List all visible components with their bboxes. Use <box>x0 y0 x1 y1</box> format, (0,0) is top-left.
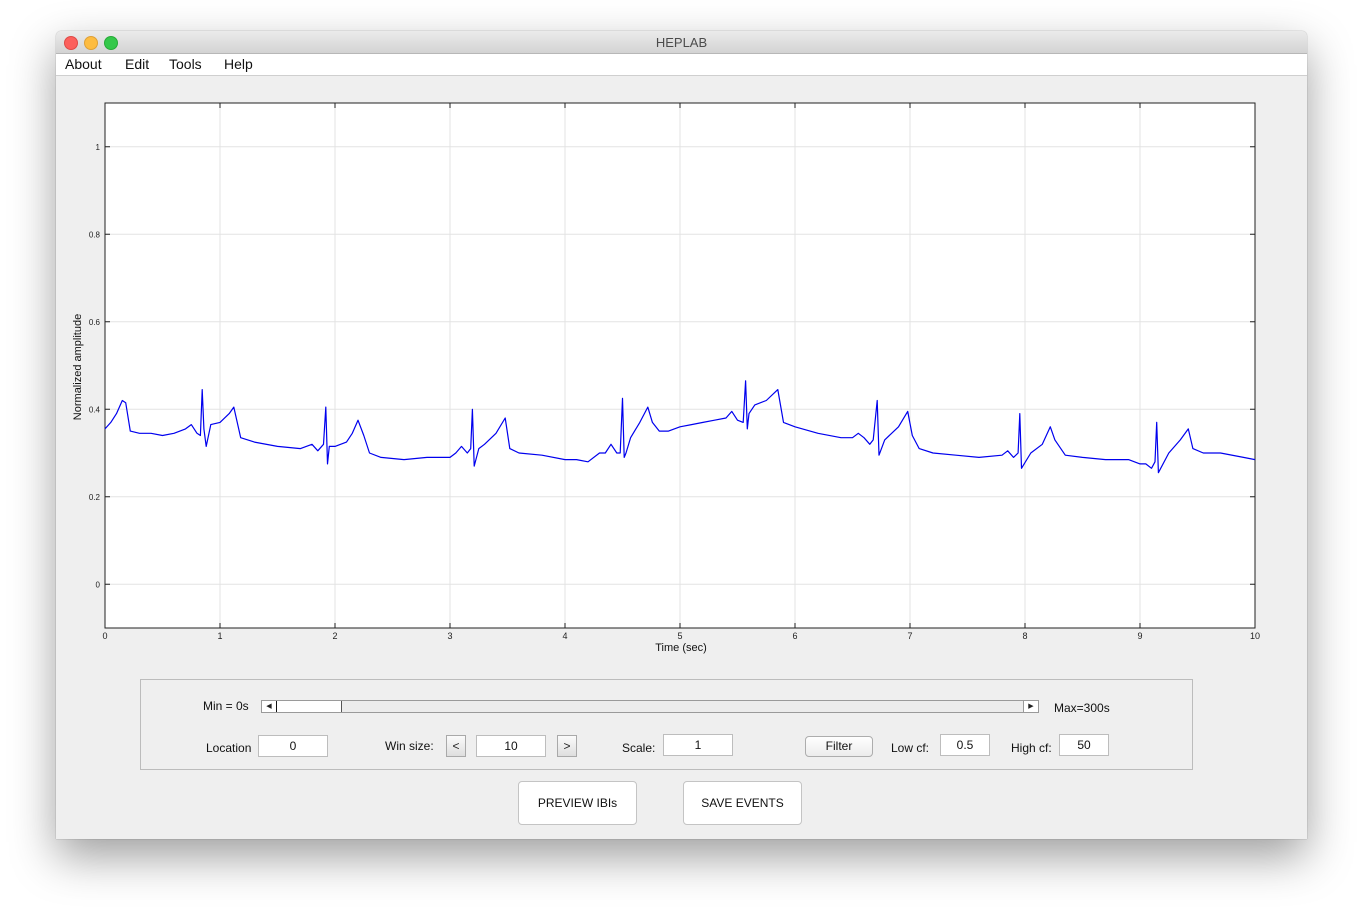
y-tick-label: 0.8 <box>89 230 101 239</box>
winsize-input[interactable] <box>476 735 546 757</box>
x-tick-label: 9 <box>1137 631 1142 641</box>
lowcf-label: Low cf: <box>891 741 930 755</box>
scrollbar-thumb[interactable] <box>276 701 342 712</box>
location-input[interactable] <box>258 735 328 757</box>
x-tick-label: 10 <box>1250 631 1260 641</box>
y-tick-label: 0.2 <box>89 493 101 502</box>
location-label: Location <box>206 741 252 755</box>
winsize-label: Win size: <box>385 739 434 753</box>
x-tick-label: 5 <box>677 631 682 641</box>
filter-button[interactable]: Filter <box>805 736 873 757</box>
x-tick-label: 7 <box>907 631 912 641</box>
controls-panel: Min = 0s ◀ ▶ Max=300s Location Win size:… <box>140 679 1193 770</box>
x-tick-label: 8 <box>1022 631 1027 641</box>
x-tick-label: 1 <box>217 631 222 641</box>
lowcf-input[interactable] <box>940 734 990 756</box>
y-tick-label: 0.4 <box>89 405 101 414</box>
y-axis-label: Normalized amplitude <box>72 313 84 421</box>
preview-ibis-button[interactable]: PREVIEW IBIs <box>518 781 637 825</box>
x-tick-label: 6 <box>792 631 797 641</box>
scroll-right-icon[interactable]: ▶ <box>1023 701 1038 712</box>
highcf-label: High cf: <box>1011 741 1052 755</box>
ecg-plot[interactable]: 0 1 2 3 4 5 6 7 8 9 10 0 0.2 0.4 0.6 0.8 1 <box>56 31 1307 651</box>
highcf-input[interactable] <box>1059 734 1109 756</box>
min-label: Min = 0s <box>203 699 249 713</box>
x-tick-label: 4 <box>562 631 567 641</box>
x-axis-label: Time (sec) <box>655 642 707 654</box>
y-tick-label: 0 <box>96 580 101 589</box>
time-scrollbar[interactable]: ◀ ▶ <box>261 700 1039 713</box>
x-tick-label: 3 <box>447 631 452 641</box>
scale-label: Scale: <box>622 741 656 755</box>
winsize-decrease-button[interactable]: < <box>446 735 466 757</box>
x-tick-label: 2 <box>332 631 337 641</box>
save-events-button[interactable]: SAVE EVENTS <box>683 781 802 825</box>
app-window: HEPLAB About Edit Tools Help 01234567891… <box>56 31 1307 839</box>
x-tick-label: 0 <box>102 631 107 641</box>
scale-input[interactable] <box>663 734 733 756</box>
max-label: Max=300s <box>1054 701 1110 715</box>
scroll-left-icon[interactable]: ◀ <box>262 701 277 712</box>
y-tick-label: 0.6 <box>89 318 101 327</box>
winsize-increase-button[interactable]: > <box>557 735 577 757</box>
y-tick-label: 1 <box>96 143 101 152</box>
